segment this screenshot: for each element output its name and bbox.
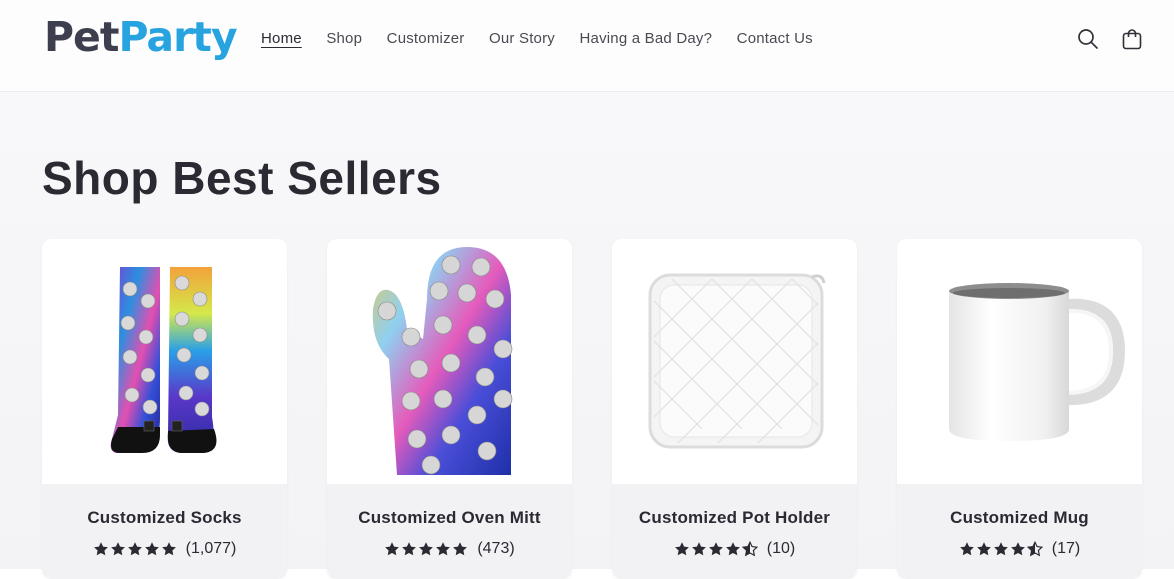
star-filled-icon [1010,541,1027,557]
product-image-mug[interactable] [897,239,1142,484]
rating-stars [384,541,469,557]
nav-bad-day[interactable]: Having a Bad Day? [580,28,713,50]
brand-logo-part1: Pet [44,13,119,61]
star-filled-icon [161,541,178,557]
product-card-oven-mitt[interactable]: Customized Oven Mitt (473) [327,239,572,579]
site-header: Pet Party Home Shop Customizer Our Story … [0,0,1174,92]
star-filled-icon [959,541,976,557]
rating-stars [674,541,759,557]
rating-stars [93,541,178,557]
cart-bag-icon[interactable] [1120,27,1144,51]
product-rating: (1,077) [42,539,287,559]
product-rating: (473) [327,539,572,559]
nav-home[interactable]: Home [261,28,302,50]
product-name[interactable]: Customized Oven Mitt [327,507,572,529]
main-content: Shop Best Sellers Customized Socks (1,07… [0,92,1174,579]
nav-contact-us[interactable]: Contact Us [737,28,813,50]
star-filled-icon [691,541,708,557]
product-card-pot-holder[interactable]: Customized Pot Holder (10) [612,239,857,579]
star-filled-icon [674,541,691,557]
review-count: (1,077) [185,540,237,557]
product-grid: Customized Socks (1,077) Customized Oven… [42,239,1142,579]
review-count: (473) [477,540,515,557]
star-filled-icon [435,541,452,557]
brand-logo-part2: Party [118,13,237,61]
star-filled-icon [401,541,418,557]
main-nav: Home Shop Customizer Our Story Having a … [261,28,837,50]
nav-customizer[interactable]: Customizer [387,28,465,50]
nav-our-story[interactable]: Our Story [489,28,555,50]
star-filled-icon [144,541,161,557]
nav-shop[interactable]: Shop [326,28,362,50]
star-filled-icon [110,541,127,557]
product-name[interactable]: Customized Socks [42,507,287,529]
section-title: Shop Best Sellers [42,152,442,204]
product-name[interactable]: Customized Mug [897,507,1142,529]
brand-logo[interactable]: Pet Party [44,8,238,66]
star-half-icon [1026,541,1044,557]
star-filled-icon [708,541,725,557]
star-filled-icon [993,541,1010,557]
product-rating: (17) [897,539,1142,559]
star-filled-icon [127,541,144,557]
product-image-oven-mitt[interactable] [327,239,572,484]
star-half-icon [741,541,759,557]
review-count: (10) [766,540,796,557]
star-filled-icon [725,541,742,557]
product-name[interactable]: Customized Pot Holder [612,507,857,529]
product-rating: (10) [612,539,857,559]
star-filled-icon [976,541,993,557]
product-card-socks[interactable]: Customized Socks (1,077) [42,239,287,579]
star-filled-icon [418,541,435,557]
rating-stars [959,541,1044,557]
star-filled-icon [452,541,469,557]
star-filled-icon [93,541,110,557]
product-image-pot-holder[interactable] [612,239,857,484]
product-image-socks[interactable] [42,239,287,484]
product-card-mug[interactable]: Customized Mug (17) [897,239,1142,579]
star-filled-icon [384,541,401,557]
review-count: (17) [1051,540,1081,557]
search-icon[interactable] [1076,27,1100,51]
